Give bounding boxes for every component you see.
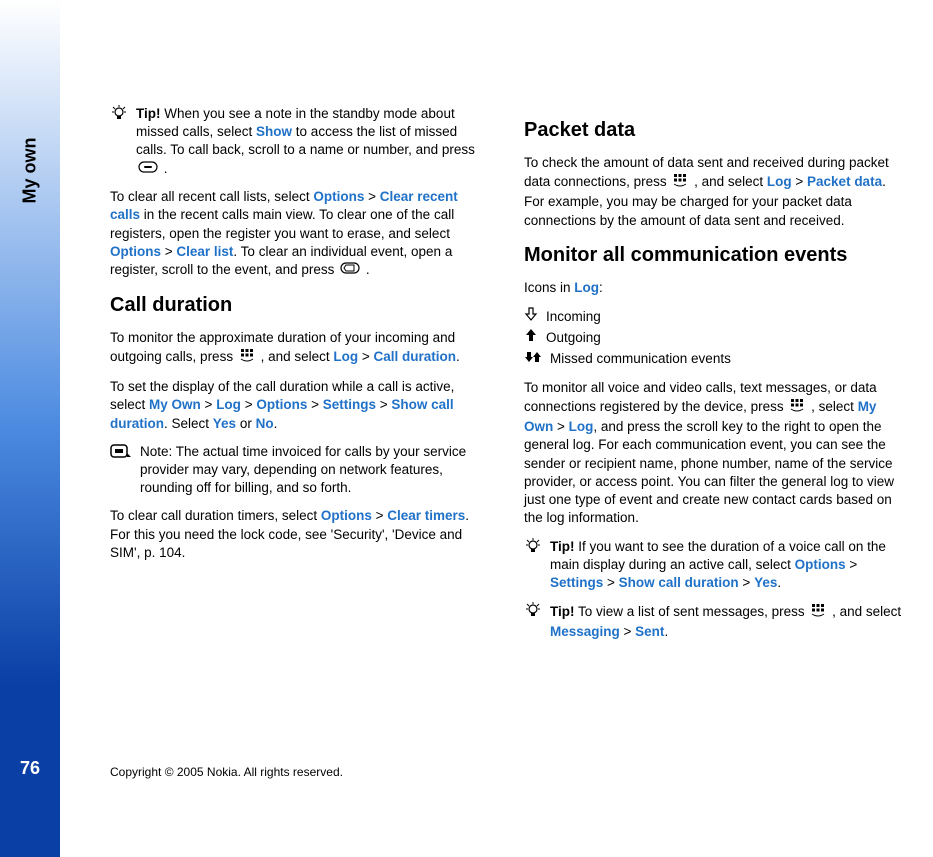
section-label: My own bbox=[20, 138, 41, 204]
arrow-down-icon bbox=[524, 307, 538, 326]
icons-intro: Icons in Log: bbox=[524, 279, 903, 297]
tip-text: Tip! To view a list of sent messages, pr… bbox=[550, 602, 903, 641]
sidebar: My own 76 bbox=[0, 0, 60, 857]
clear-key-icon bbox=[340, 261, 360, 279]
missed-icon bbox=[524, 350, 542, 369]
call-key-icon bbox=[138, 160, 158, 178]
heading-call-duration: Call duration bbox=[110, 292, 489, 319]
paragraph: To set the display of the call duration … bbox=[110, 378, 489, 433]
left-column: Tip! When you see a note in the standby … bbox=[110, 105, 489, 817]
note-icon bbox=[110, 443, 132, 464]
page-content: Tip! When you see a note in the standby … bbox=[60, 0, 933, 857]
list-item: Missed communication events bbox=[524, 350, 903, 369]
heading-monitor: Monitor all communication events bbox=[524, 242, 903, 269]
icon-legend: Incoming Outgoing Missed communication e… bbox=[524, 307, 903, 369]
note-block: Note: The actual time invoiced for calls… bbox=[110, 443, 489, 498]
tip-text: Tip! If you want to see the duration of … bbox=[550, 538, 903, 593]
lightbulb-icon bbox=[524, 602, 542, 625]
list-item: Outgoing bbox=[524, 328, 903, 347]
menu-key-icon bbox=[672, 172, 688, 193]
menu-key-icon bbox=[810, 602, 826, 623]
heading-packet-data: Packet data bbox=[524, 117, 903, 144]
list-item: Incoming bbox=[524, 307, 903, 326]
menu-key-icon bbox=[789, 397, 805, 418]
paragraph: To check the amount of data sent and rec… bbox=[524, 154, 903, 230]
menu-key-icon bbox=[239, 347, 255, 368]
lightbulb-icon bbox=[110, 105, 128, 128]
paragraph: To monitor all voice and video calls, te… bbox=[524, 379, 903, 528]
lightbulb-icon bbox=[524, 538, 542, 561]
tip-block: Tip! If you want to see the duration of … bbox=[524, 538, 903, 593]
tip-block: Tip! To view a list of sent messages, pr… bbox=[524, 602, 903, 641]
copyright: Copyright © 2005 Nokia. All rights reser… bbox=[110, 765, 343, 779]
tip-block: Tip! When you see a note in the standby … bbox=[110, 105, 489, 178]
page-number: 76 bbox=[0, 758, 60, 779]
note-text: Note: The actual time invoiced for calls… bbox=[140, 443, 489, 498]
arrow-up-icon bbox=[524, 328, 538, 347]
paragraph: To monitor the approximate duration of y… bbox=[110, 329, 489, 368]
right-column: Packet data To check the amount of data … bbox=[524, 105, 903, 817]
paragraph: To clear call duration timers, select Op… bbox=[110, 507, 489, 562]
tip-text: Tip! When you see a note in the standby … bbox=[136, 105, 489, 178]
paragraph: To clear all recent call lists, select O… bbox=[110, 188, 489, 279]
